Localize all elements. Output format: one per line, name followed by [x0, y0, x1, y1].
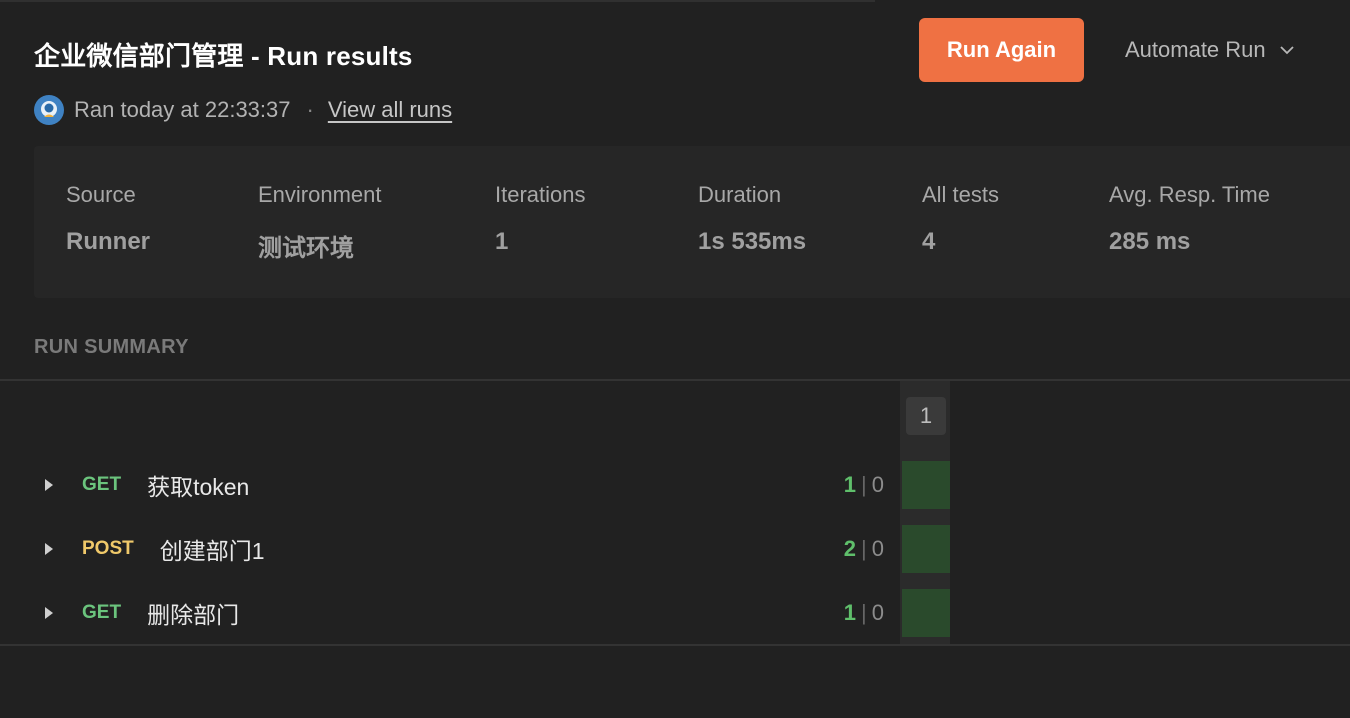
iteration-result-cell[interactable] [902, 589, 950, 637]
page-title: 企业微信部门管理 - Run results [34, 41, 413, 71]
iteration-result-cell[interactable] [902, 525, 950, 573]
test-counts: 2 | 0 [844, 529, 884, 569]
request-method: GET [82, 474, 122, 495]
stat-label: Environment [258, 182, 382, 207]
view-all-runs-link[interactable]: View all runs [328, 97, 452, 123]
iteration-column: 1 [900, 381, 950, 645]
test-counts: 1 | 0 [844, 465, 884, 505]
request-method: POST [82, 538, 134, 559]
passed-count: 1 [843, 600, 857, 625]
caret-right-icon[interactable] [44, 606, 58, 620]
stat-label: Duration [698, 182, 782, 207]
stat-iterations: Iterations 1 [495, 182, 586, 256]
automate-run-dropdown[interactable]: Automate Run [1125, 34, 1296, 66]
top-divider [0, 0, 875, 2]
automate-run-label: Automate Run [1125, 37, 1266, 62]
stat-value: 1 [495, 228, 509, 255]
run-summary-table: 1 GET 获取token 1 | 0 POST 创建部门1 2 | 0 GET… [0, 381, 1350, 645]
stat-label: All tests [922, 182, 1000, 207]
run-summary-heading: RUN SUMMARY [34, 336, 189, 358]
stat-value: 测试环境 [258, 235, 354, 262]
stat-all-tests: All tests 4 [922, 182, 999, 256]
meta-separator: · [306, 97, 314, 122]
chevron-down-icon [1280, 46, 1294, 55]
stat-label: Avg. Resp. Time [1109, 182, 1270, 207]
count-divider: | [861, 536, 867, 561]
passed-count: 1 [843, 472, 857, 497]
count-divider: | [861, 472, 867, 497]
run-stats-panel: Source Runner Environment 测试环境 Iteration… [34, 146, 1350, 298]
failed-count: 0 [871, 536, 884, 561]
request-row[interactable]: POST 创建部门1 2 | 0 [0, 529, 900, 569]
passed-count: 2 [843, 536, 857, 561]
run-meta: Ran today at 22:33:37 · View all runs [34, 94, 452, 126]
stat-value: Runner [66, 228, 150, 255]
caret-right-icon[interactable] [44, 542, 58, 556]
test-counts: 1 | 0 [844, 593, 884, 633]
run-again-button[interactable]: Run Again [919, 18, 1084, 82]
request-name: 创建部门1 [159, 538, 265, 564]
stat-duration: Duration 1s 535ms [698, 182, 806, 256]
request-name: 删除部门 [147, 602, 240, 628]
stat-label: Iterations [495, 182, 586, 207]
count-divider: | [861, 600, 867, 625]
iteration-result-cell[interactable] [902, 461, 950, 509]
request-row[interactable]: GET 获取token 1 | 0 [0, 465, 900, 505]
request-row[interactable]: GET 删除部门 1 | 0 [0, 593, 900, 633]
stat-environment: Environment 测试环境 [258, 182, 382, 263]
caret-right-icon[interactable] [44, 478, 58, 492]
ran-timestamp: Ran today at 22:33:37 [74, 97, 291, 122]
failed-count: 0 [871, 472, 884, 497]
summary-bottom-divider [0, 644, 1350, 646]
request-name: 获取token [147, 474, 250, 500]
stat-value: 285 ms [1109, 228, 1191, 255]
stat-value: 4 [922, 228, 936, 255]
stat-value: 1s 535ms [698, 228, 807, 255]
stat-label: Source [66, 182, 136, 207]
stat-avg-resp-time: Avg. Resp. Time 285 ms [1109, 182, 1270, 256]
iteration-header[interactable]: 1 [906, 397, 946, 435]
failed-count: 0 [871, 600, 884, 625]
stat-source: Source Runner [66, 182, 150, 256]
request-method: GET [82, 602, 122, 623]
user-avatar-icon [34, 95, 64, 125]
